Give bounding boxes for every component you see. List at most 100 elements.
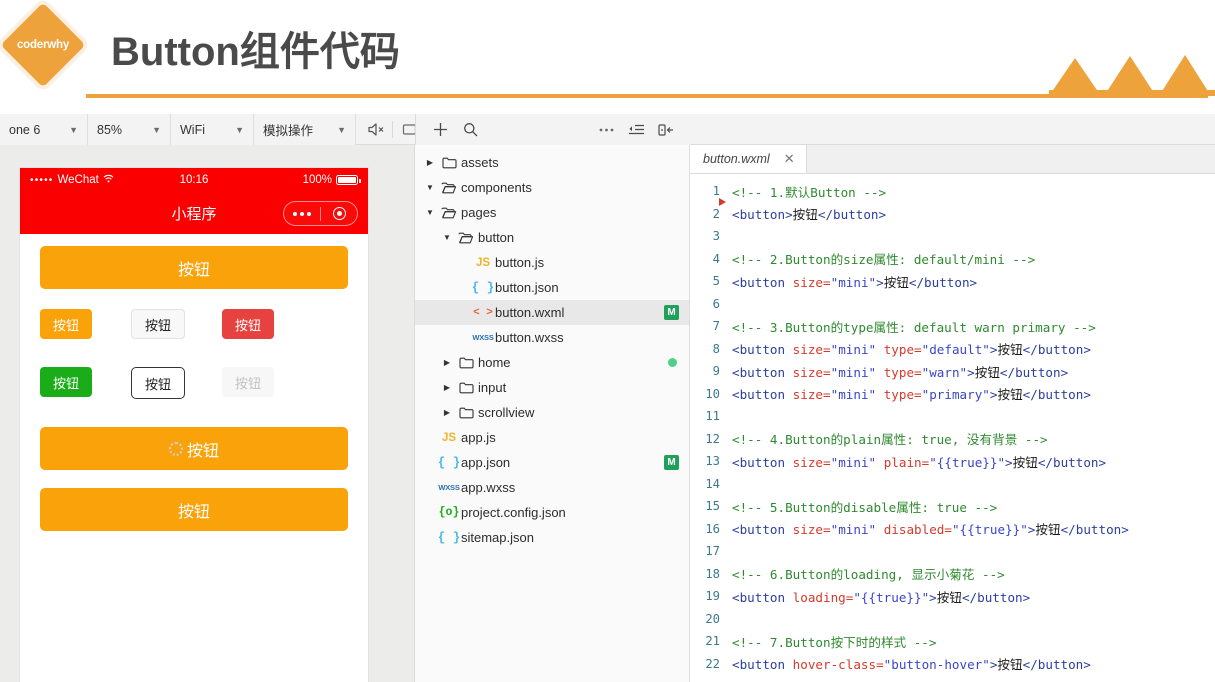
js-icon: JS — [441, 431, 457, 444]
chevron-down-icon: ▼ — [152, 124, 161, 135]
code-line-9: 9 <button size="mini" type="warn">按钮</but… — [690, 360, 1215, 383]
simulate-action-select[interactable]: 模拟操作 ▼ — [254, 114, 356, 145]
line-number: 6 — [712, 296, 720, 311]
file-tree-item-button-js[interactable]: JS button.js — [415, 250, 689, 275]
file-tree-item-button[interactable]: ▼ button — [415, 225, 689, 250]
file-tree-item-label: button — [478, 230, 515, 245]
code-area[interactable]: 1 <!-- 1.默认Button --> 2 <button>按钮</button>… — [690, 174, 1215, 675]
code-line-15: 15 <!-- 5.Button的disable属性: true --> — [690, 495, 1215, 518]
file-tree-item-button-wxml[interactable]: < > button.wxml M — [415, 300, 689, 325]
code-line-text: <button hover-class="button-hover">按钮</b… — [732, 657, 1091, 673]
file-tree-item-button-wxss[interactable]: WXSS button.wxss — [415, 325, 689, 350]
file-tree-item-label: button.js — [495, 255, 545, 270]
tab-label: button.wxml — [703, 152, 770, 166]
battery-percent-label: 100% — [302, 174, 332, 186]
file-tree-item-pages[interactable]: ▼ pages — [415, 200, 689, 225]
simulator-toolbar: one 6 ▼ 85% ▼ WiFi ▼ 模拟操作 ▼ — [0, 114, 462, 145]
chevron-right-icon[interactable]: ▶ — [423, 158, 437, 167]
code-line-text: <!-- 6.Button的loading, 显示小菊花 --> — [732, 567, 1005, 583]
file-tree-item-label: scrollview — [478, 405, 535, 420]
line-number: 2 — [712, 206, 720, 221]
file-tree-item-label: button.wxml — [495, 305, 565, 320]
wxss-icon: WXSS — [472, 333, 494, 342]
simulate-action-label: 模拟操作 — [263, 124, 314, 138]
code-line-8: 8 <button size="mini" type="default">按钮</… — [690, 338, 1215, 361]
line-number: 13 — [705, 454, 720, 469]
file-tree-item-label: input — [478, 380, 507, 395]
file-tree-item-label: button.json — [495, 280, 559, 295]
capsule-menu-button[interactable] — [283, 201, 358, 226]
button-hover-class[interactable]: 按钮 — [40, 488, 348, 531]
button-type-warn[interactable]: 按钮 — [222, 309, 275, 339]
more-icon[interactable] — [591, 114, 621, 145]
code-line-text: <!-- 5.Button的disable属性: true --> — [732, 499, 998, 515]
modified-badge: M — [664, 305, 679, 320]
capsule-target-icon — [321, 207, 357, 220]
nav-title: 小程序 — [171, 205, 217, 223]
file-tree-item-project-config-json[interactable]: {o} project.config.json — [415, 500, 689, 525]
tab-button-wxml[interactable]: button.wxml ✕ — [690, 145, 807, 173]
button-type-primary[interactable]: 按钮 — [40, 367, 93, 397]
chevron-right-icon[interactable]: ▶ — [440, 383, 454, 392]
add-icon[interactable] — [425, 114, 455, 145]
simulator-pane: ••••• WeChat 10:16 100% 小程序 按钮 按钮 按钮 按钮 … — [0, 145, 415, 682]
code-line-12: 12 <!-- 4.Button的plain属性: true, 没有背景 --> — [690, 428, 1215, 451]
mini-button-row-2: 按钮 按钮 按钮 — [40, 367, 348, 399]
network-select[interactable]: WiFi ▼ — [171, 114, 254, 145]
device-select-label: one 6 — [9, 122, 41, 137]
modified-badge: M — [664, 455, 679, 470]
line-number: 4 — [712, 251, 720, 266]
button-default-full[interactable]: 按钮 — [40, 246, 348, 289]
chevron-down-icon: ▼ — [337, 124, 346, 135]
zoom-select[interactable]: 85% ▼ — [88, 114, 171, 145]
folder-open-icon — [454, 231, 478, 244]
code-line-20: 20 — [690, 608, 1215, 631]
file-tree-item-components[interactable]: ▼ components — [415, 175, 689, 200]
chevron-down-icon[interactable]: ▼ — [423, 183, 437, 192]
file-tree-item-app-json[interactable]: { } app.json M — [415, 450, 689, 475]
button-mini-default[interactable]: 按钮 — [40, 309, 93, 339]
line-number: 12 — [705, 431, 720, 446]
line-number: 20 — [705, 611, 720, 626]
chevron-down-icon[interactable]: ▼ — [423, 208, 437, 217]
chevron-down-icon[interactable]: ▼ — [440, 233, 454, 242]
search-icon[interactable] — [455, 114, 485, 145]
line-number: 17 — [705, 544, 720, 559]
file-tree-item-input[interactable]: ▶ input — [415, 375, 689, 400]
code-line-19: 19 <button loading="{{true}}">按钮</button> — [690, 585, 1215, 608]
folder-closed-icon — [454, 381, 478, 394]
file-tree-item-label: app.json — [461, 455, 511, 470]
file-tree-item-home[interactable]: ▶ home — [415, 350, 689, 375]
wxml-icon: < > — [473, 306, 493, 319]
file-tree-item-app-js[interactable]: JS app.js — [415, 425, 689, 450]
code-line-1: 1 <!-- 1.默认Button --> — [690, 180, 1215, 203]
button-loading[interactable]: 按钮 — [40, 427, 348, 470]
button-type-default[interactable]: 按钮 — [131, 309, 186, 339]
phone-content: 按钮 按钮 按钮 按钮 按钮 按钮 按钮 按钮 按钮 — [20, 234, 368, 682]
chevron-right-icon[interactable]: ▶ — [440, 408, 454, 417]
mute-icon[interactable] — [363, 114, 389, 145]
code-editor-pane: button.wxml ✕ 1 <!-- 1.默认Button --> 2 <butt… — [690, 145, 1215, 682]
line-number: 14 — [705, 476, 720, 491]
toolbar-divider — [392, 121, 393, 138]
code-line-2: 2 <button>按钮</button> — [690, 203, 1215, 226]
line-number: 19 — [705, 589, 720, 604]
line-number: 11 — [705, 409, 720, 424]
file-tree-item-sitemap-json[interactable]: { } sitemap.json — [415, 525, 689, 550]
slide-root: coderwhy Button组件代码 one 6 ▼ 85% ▼ WiFi ▼ — [0, 0, 1215, 682]
file-tree-item-scrollview[interactable]: ▶ scrollview — [415, 400, 689, 425]
button-plain-outline[interactable]: 按钮 — [131, 367, 186, 399]
close-icon[interactable]: ✕ — [784, 151, 795, 167]
device-select[interactable]: one 6 ▼ — [0, 114, 88, 145]
panel-toggle-icon[interactable] — [651, 114, 681, 145]
chevron-right-icon[interactable]: ▶ — [440, 358, 454, 367]
collapse-icon[interactable] — [621, 114, 651, 145]
file-tree-item-label: home — [478, 355, 511, 370]
code-line-text: <!-- 4.Button的plain属性: true, 没有背景 --> — [732, 432, 1048, 448]
line-number: 3 — [712, 229, 720, 244]
file-tree-item-button-json[interactable]: { } button.json — [415, 275, 689, 300]
mountains-decoration — [1049, 55, 1215, 96]
status-bar-right: 100% — [302, 174, 361, 186]
file-tree-item-app-wxss[interactable]: WXSS app.wxss — [415, 475, 689, 500]
file-tree-item-assets[interactable]: ▶ assets — [415, 150, 689, 175]
